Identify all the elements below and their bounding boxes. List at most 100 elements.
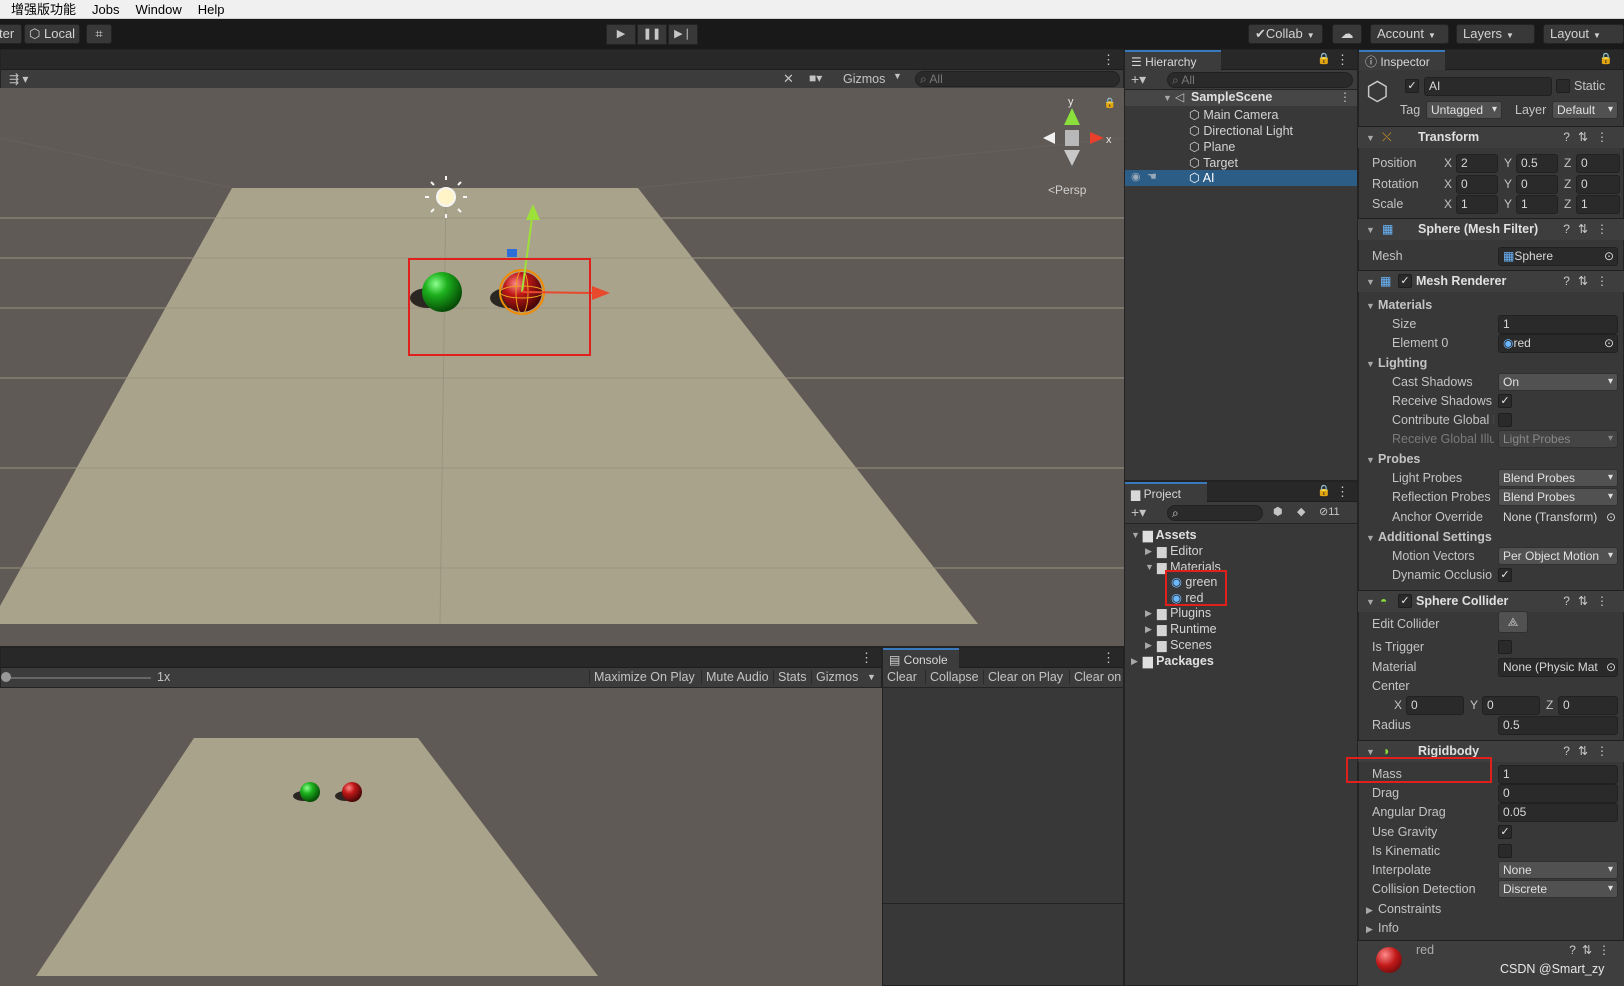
project-search-input[interactable]: ⌕ [1167, 505, 1263, 521]
more-icon[interactable]: ⋮ [1336, 484, 1349, 500]
drag-field[interactable]: 0 [1498, 784, 1618, 803]
folder-packages[interactable]: ▆ Packages [1143, 653, 1214, 668]
transform-header[interactable]: ▼ ⤬ Transform ?⇅⋮ [1358, 126, 1624, 148]
hierarchy-item-directional-light[interactable]: ⬡ Directional Light [1189, 123, 1293, 138]
layer-dropdown[interactable]: Default [1552, 101, 1618, 119]
object-name-field[interactable]: AI [1424, 77, 1552, 96]
lock-icon[interactable]: 🔒 [1317, 52, 1331, 65]
mesh-field[interactable]: ▦Sphere ⊙ [1498, 247, 1618, 266]
lock-icon[interactable]: 🔒 [1317, 484, 1331, 497]
component-icons[interactable]: ?⇅⋮ [1563, 744, 1616, 758]
menu-help[interactable]: Help [190, 0, 233, 19]
anchor-override-field[interactable]: None (Transform) ⊙ [1498, 508, 1618, 527]
lighting-foldout[interactable]: Lighting [1378, 356, 1427, 370]
more-icon[interactable]: ⋮ [1102, 650, 1115, 666]
stats-button[interactable]: Stats [773, 670, 807, 684]
light-probes-dropdown[interactable]: Blend Probes [1498, 469, 1618, 487]
chevron-down-icon[interactable]: ▼ [867, 672, 876, 682]
game-gizmos-button[interactable]: Gizmos [811, 670, 858, 684]
menu-enhanced[interactable]: 增强版功能 [0, 0, 84, 19]
component-icons[interactable]: ?⇅⋮ [1563, 130, 1616, 144]
hierarchy-item-target[interactable]: ⬡ Target [1189, 155, 1238, 170]
folder-assets[interactable]: ▆ Assets [1143, 527, 1197, 542]
mesh-renderer-header[interactable]: ▼ ▦ ✓ Mesh Renderer ?⇅⋮ [1358, 270, 1624, 292]
mesh-filter-header[interactable]: ▼ ▦ Sphere (Mesh Filter) ?⇅⋮ [1358, 218, 1624, 240]
clear-on-play-button[interactable]: Clear on Play [983, 670, 1063, 684]
component-icons[interactable]: ?⇅⋮ [1563, 274, 1616, 288]
motion-vectors-dropdown[interactable]: Per Object Motion [1498, 547, 1618, 565]
folder-plugins[interactable]: ▆ Plugins [1157, 605, 1211, 620]
lock-icon[interactable]: 🔒 [1104, 98, 1116, 109]
object-picker-icon[interactable]: ⊙ [1605, 509, 1616, 526]
static-checkbox[interactable] [1556, 79, 1570, 93]
more-icon[interactable]: ⋮ [1336, 52, 1349, 68]
scale-y-field[interactable]: 1 [1516, 195, 1558, 214]
pause-button[interactable]: ❚❚ [637, 24, 667, 45]
center-z-field[interactable]: 0 [1558, 696, 1618, 715]
constraints-foldout[interactable]: Constraints [1378, 902, 1441, 916]
grid-snap-button[interactable]: ⌗ [86, 24, 112, 44]
tab-inspector[interactable]: ⓘ Inspector [1359, 50, 1445, 70]
center-y-field[interactable]: 0 [1482, 696, 1540, 715]
rotation-y-field[interactable]: 0 [1516, 175, 1558, 194]
scale-x-field[interactable]: 1 [1456, 195, 1498, 214]
cast-shadows-dropdown[interactable]: On [1498, 373, 1618, 391]
folder-runtime[interactable]: ▆ Runtime [1157, 621, 1217, 636]
game-viewport[interactable] [0, 688, 882, 986]
folder-editor[interactable]: ▆ Editor [1157, 543, 1203, 558]
persp-label[interactable]: <Persp [1048, 183, 1086, 197]
materials-foldout[interactable]: Materials [1378, 298, 1432, 312]
more-icon[interactable]: ⋮ [860, 650, 873, 666]
use-gravity-checkbox[interactable]: ✓ [1498, 825, 1512, 839]
folder-scenes[interactable]: ▆ Scenes [1157, 637, 1212, 652]
maximize-on-play-button[interactable]: Maximize On Play [589, 670, 695, 684]
additional-settings-foldout[interactable]: Additional Settings [1378, 530, 1492, 544]
hierarchy-search-input[interactable]: ⌕ All [1167, 72, 1353, 88]
clear-button[interactable]: Clear [887, 670, 917, 684]
hierarchy-item-plane[interactable]: ⬡ Plane [1189, 139, 1235, 154]
component-icons[interactable]: ?⇅⋮ [1563, 222, 1616, 236]
slider-thumb[interactable] [1, 672, 11, 682]
clear-on-build-button[interactable]: Clear on [1069, 670, 1121, 684]
account-dropdown[interactable]: Account ▼ [1370, 24, 1449, 44]
rotation-x-field[interactable]: 0 [1456, 175, 1498, 194]
pivot-toggle[interactable]: ter [0, 24, 22, 44]
collision-detection-dropdown[interactable]: Discrete [1498, 880, 1618, 898]
info-foldout[interactable]: Info [1378, 921, 1399, 935]
receive-shadows-checkbox[interactable]: ✓ [1498, 394, 1512, 408]
mesh-renderer-enabled-checkbox[interactable]: ✓ [1398, 274, 1412, 288]
component-icons[interactable]: ?⇅⋮ [1569, 943, 1616, 957]
active-checkbox[interactable]: ✓ [1405, 79, 1419, 93]
collab-button[interactable]: ✔Collab ▼ [1248, 24, 1323, 44]
pick-icon[interactable]: ☚ [1147, 170, 1157, 183]
tab-console[interactable]: ▤ Console [883, 648, 959, 668]
draw-mode-icon[interactable]: ⇶ ▾ [9, 72, 28, 86]
scale-z-field[interactable]: 1 [1576, 195, 1620, 214]
scale-slider[interactable] [5, 677, 151, 679]
tools-icon[interactable]: ✕ [783, 71, 794, 87]
probes-foldout[interactable]: Probes [1378, 452, 1420, 466]
label-icon[interactable]: ◆ [1297, 505, 1305, 518]
mute-audio-button[interactable]: Mute Audio [701, 670, 769, 684]
add-icon[interactable]: +▾ [1131, 504, 1146, 521]
lock-icon[interactable]: 🔒 [1599, 52, 1613, 65]
collider-material-field[interactable]: None (Physic Mat ⊙ [1498, 658, 1618, 677]
hidden-packages-toggle[interactable]: ⊘11 [1319, 505, 1340, 518]
interpolate-dropdown[interactable]: None [1498, 861, 1618, 879]
object-picker-icon[interactable]: ⊙ [1604, 335, 1614, 352]
play-button[interactable]: ▶ [606, 24, 636, 45]
sphere-collider-header[interactable]: ▼ ◓ ✓ Sphere Collider ?⇅⋮ [1358, 590, 1624, 612]
cloud-button[interactable]: ☁ [1332, 24, 1362, 44]
menu-window[interactable]: Window [127, 0, 189, 19]
angular-drag-field[interactable]: 0.05 [1498, 803, 1618, 822]
radius-field[interactable]: 0.5 [1498, 716, 1618, 735]
add-icon[interactable]: +▾ [1131, 71, 1146, 88]
gizmos-dropdown[interactable]: Gizmos [843, 72, 885, 86]
step-button[interactable]: ▶❘ [668, 24, 698, 45]
position-x-field[interactable]: 2 [1456, 154, 1498, 173]
element0-field[interactable]: ◉red ⊙ [1498, 334, 1618, 353]
is-trigger-checkbox[interactable] [1498, 640, 1512, 654]
scene-search-input[interactable]: ⌕ All [915, 71, 1120, 87]
hierarchy-item-ai[interactable]: ◉ ☚ ⬡ AI [1125, 170, 1357, 186]
object-picker-icon[interactable]: ⊙ [1605, 659, 1616, 676]
